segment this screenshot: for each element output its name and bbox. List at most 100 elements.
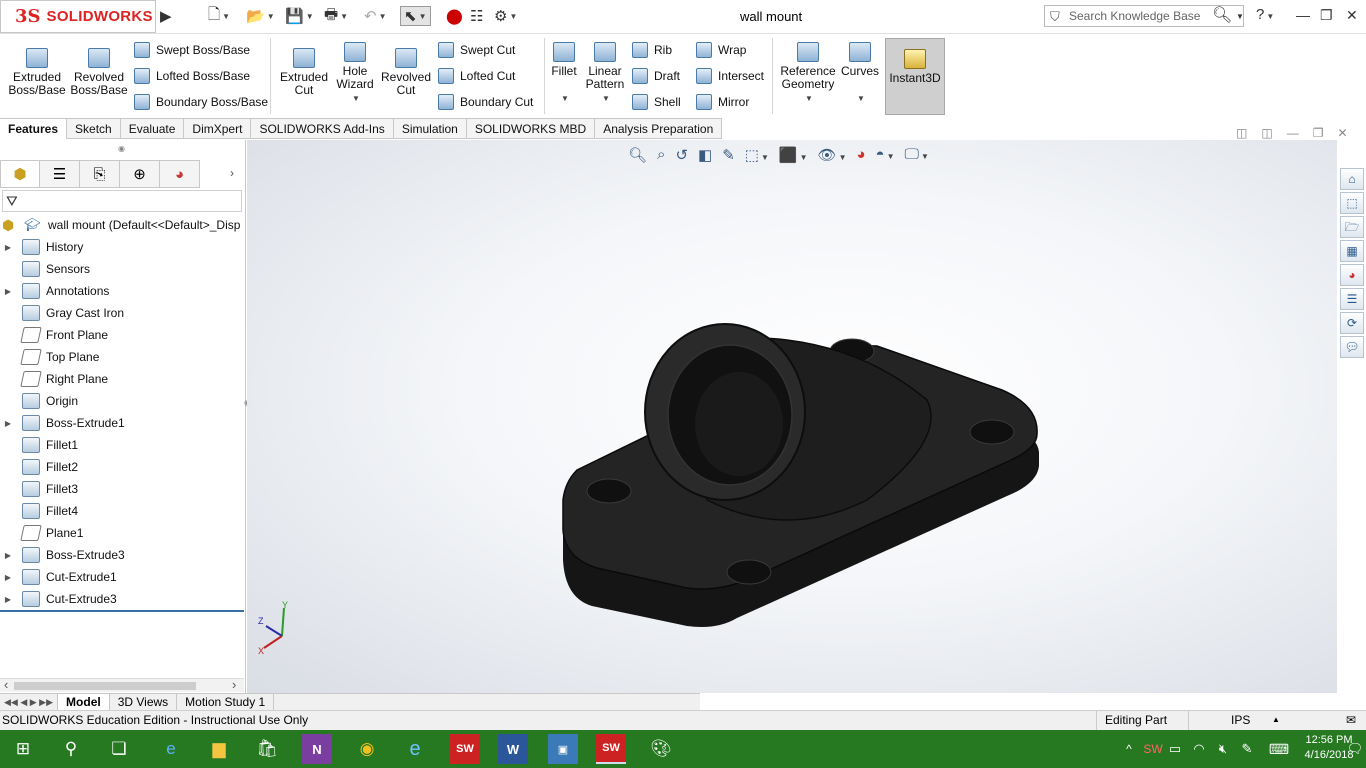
tab-features[interactable]: Features	[0, 118, 68, 139]
tab-dimxpert[interactable]: DimXpert	[184, 118, 252, 139]
chevron-down-icon[interactable]: ▼	[352, 94, 360, 103]
tree-item-cut-extrude3[interactable]: ▶ Cut-Extrude3	[0, 588, 244, 610]
file-properties-icon[interactable]: ☷	[470, 6, 483, 26]
instant3d-button[interactable]: Instant3D	[885, 38, 945, 115]
fillet-button[interactable]: Fillet ▼	[548, 42, 580, 105]
viewport-prev-icon[interactable]: ◫	[1236, 126, 1247, 140]
minimize-icon[interactable]: —	[1296, 7, 1310, 23]
tab-3d-views[interactable]: 3D Views	[110, 694, 178, 711]
new-document-icon[interactable]: 🗋 ▼	[208, 6, 230, 26]
hole-wizard-button[interactable]: Hole Wizard ▼	[330, 42, 380, 105]
curves-button[interactable]: Curves ▼	[840, 42, 880, 105]
tree-item-sensors[interactable]: Sensors	[0, 258, 244, 280]
feature-manager-tab-icon[interactable]: ⬢	[0, 160, 40, 188]
task-view-icon[interactable]: ❏	[104, 734, 134, 764]
tree-expand-icon[interactable]: ▶	[0, 287, 16, 296]
print-icon[interactable]: 🖶 ▼	[324, 6, 348, 26]
tab-model[interactable]: Model	[58, 694, 110, 711]
tab-simulation[interactable]: Simulation	[393, 118, 467, 139]
tree-expand-icon[interactable]: ▶	[0, 551, 16, 560]
tab-sketch[interactable]: Sketch	[67, 118, 121, 139]
tree-item-boss-extrude1[interactable]: ▶ Boss-Extrude1	[0, 412, 244, 434]
mirror-button[interactable]: Mirror	[696, 94, 749, 110]
tree-item-front-plane[interactable]: Front Plane	[0, 324, 244, 346]
tray-pen-icon[interactable]: ✎	[1232, 734, 1262, 764]
help-icon[interactable]: ? ▼	[1256, 6, 1274, 23]
tab-nav-arrows-icon[interactable]: ◀◀ ◀ ▶ ▶▶	[0, 694, 59, 711]
edge-browser-icon[interactable]: e	[156, 734, 186, 764]
lofted-cut-button[interactable]: Lofted Cut	[438, 68, 515, 84]
tree-expand-icon[interactable]: ▶	[0, 573, 16, 582]
scroll-left-icon[interactable]: ‹	[4, 677, 8, 692]
onenote-icon[interactable]: N	[302, 734, 332, 764]
intersect-button[interactable]: Intersect	[696, 68, 764, 84]
photos-icon[interactable]: ▣	[548, 734, 578, 764]
tree-item-fillet2[interactable]: Fillet2	[0, 456, 244, 478]
menu-expand-icon[interactable]: ▶	[160, 6, 172, 26]
windows-start-icon[interactable]: ⊞	[8, 734, 38, 764]
property-manager-tab-icon[interactable]: ☰	[40, 160, 80, 188]
tree-item-plane1[interactable]: Plane1	[0, 522, 244, 544]
extruded-cut-button[interactable]: Extruded Cut	[276, 48, 332, 97]
internet-explorer-icon[interactable]: e	[400, 734, 430, 764]
action-center-icon[interactable]: 🗨︎	[1340, 734, 1366, 764]
tab-mbd[interactable]: SOLIDWORKS MBD	[466, 118, 596, 139]
search-dropdown-icon[interactable]: ▼	[1236, 12, 1244, 21]
viewport-restore-icon[interactable]: ❐	[1313, 126, 1324, 140]
tray-keyboard-icon[interactable]: ⌨	[1264, 734, 1294, 764]
tree-item-top-plane[interactable]: Top Plane	[0, 346, 244, 368]
panel-more-chevron-icon[interactable]: ›	[230, 166, 234, 180]
horizontal-scrollbar[interactable]: ‹ ›	[0, 677, 244, 692]
view-palette-icon[interactable]: ▦	[1340, 240, 1364, 262]
tree-item-cut-extrude1[interactable]: ▶ Cut-Extrude1	[0, 566, 244, 588]
wrap-button[interactable]: Wrap	[696, 42, 746, 58]
tree-item-history[interactable]: ▶ History	[0, 236, 244, 258]
units-selector[interactable]: IPS	[1188, 711, 1250, 730]
rebuild-traffic-light-icon[interactable]: ⬤	[446, 6, 463, 26]
chevron-down-icon[interactable]: ▼	[805, 94, 813, 103]
rollback-bar[interactable]	[0, 610, 244, 612]
open-file-icon[interactable]: 📂 ▼	[246, 6, 275, 26]
tab-analysis-preparation[interactable]: Analysis Preparation	[595, 118, 723, 139]
draft-button[interactable]: Draft	[632, 68, 680, 84]
revolved-boss-base-button[interactable]: Revolved Boss/Base	[70, 48, 128, 97]
dimxpert-manager-tab-icon[interactable]: ⊕	[120, 160, 160, 188]
rib-button[interactable]: Rib	[632, 42, 672, 58]
taskbar-search-icon[interactable]: ⚲	[56, 734, 86, 764]
configuration-manager-tab-icon[interactable]: ⎘	[80, 160, 120, 188]
close-icon[interactable]: ✕	[1346, 7, 1358, 24]
tree-item-gray-cast-iron[interactable]: Gray Cast Iron	[0, 302, 244, 324]
scroll-right-icon[interactable]: ›	[232, 677, 236, 692]
appearances-icon[interactable]: ◕	[1340, 264, 1364, 286]
revolved-cut-button[interactable]: Revolved Cut	[380, 48, 432, 97]
extruded-boss-base-button[interactable]: Extruded Boss/Base	[8, 48, 66, 97]
viewport-minimize-icon[interactable]: —	[1287, 126, 1299, 140]
swept-cut-button[interactable]: Swept Cut	[438, 42, 515, 58]
status-tooltip-icon[interactable]: ✉	[1346, 713, 1356, 727]
tab-add-ins[interactable]: SOLIDWORKS Add-Ins	[251, 118, 394, 139]
viewport-close-icon[interactable]: ✕	[1337, 126, 1347, 140]
tree-expand-icon[interactable]: ▶	[0, 243, 16, 252]
boundary-cut-button[interactable]: Boundary Cut	[438, 94, 533, 110]
custom-properties-icon[interactable]: ☰	[1340, 288, 1364, 310]
tree-expand-icon[interactable]: ▶	[0, 419, 16, 428]
solidworks-taskbar-icon[interactable]: SW	[450, 734, 480, 764]
viewport-next-icon[interactable]: ◫	[1261, 126, 1272, 140]
design-library-icon[interactable]: ⬚	[1340, 192, 1364, 214]
file-explorer-taskbar-icon[interactable]: ▆	[204, 734, 234, 764]
linear-pattern-button[interactable]: Linear Pattern ▼	[582, 42, 628, 105]
tree-item-boss-extrude3[interactable]: ▶ Boss-Extrude3	[0, 544, 244, 566]
panel-grip-icon[interactable]: ◉	[118, 144, 125, 153]
tree-filter-input[interactable]: ⛛	[2, 190, 242, 212]
options-gear-icon[interactable]: ⚙ ▼	[494, 6, 517, 26]
swept-boss-base-button[interactable]: Swept Boss/Base	[134, 42, 250, 58]
store-icon[interactable]: 🛍︎	[252, 734, 282, 764]
chrome-icon[interactable]: ◉	[352, 734, 382, 764]
display-manager-tab-icon[interactable]: ◕	[160, 160, 200, 188]
tree-item-right-plane[interactable]: Right Plane	[0, 368, 244, 390]
save-icon[interactable]: 💾 ▼	[285, 6, 314, 26]
select-cursor-icon[interactable]: ⬉ ▼	[400, 6, 431, 26]
lofted-boss-base-button[interactable]: Lofted Boss/Base	[134, 68, 250, 84]
solidworks-resources-icon[interactable]: ⌂	[1340, 168, 1364, 190]
search-magnifier-icon[interactable]: 🔍︎	[1212, 5, 1232, 25]
